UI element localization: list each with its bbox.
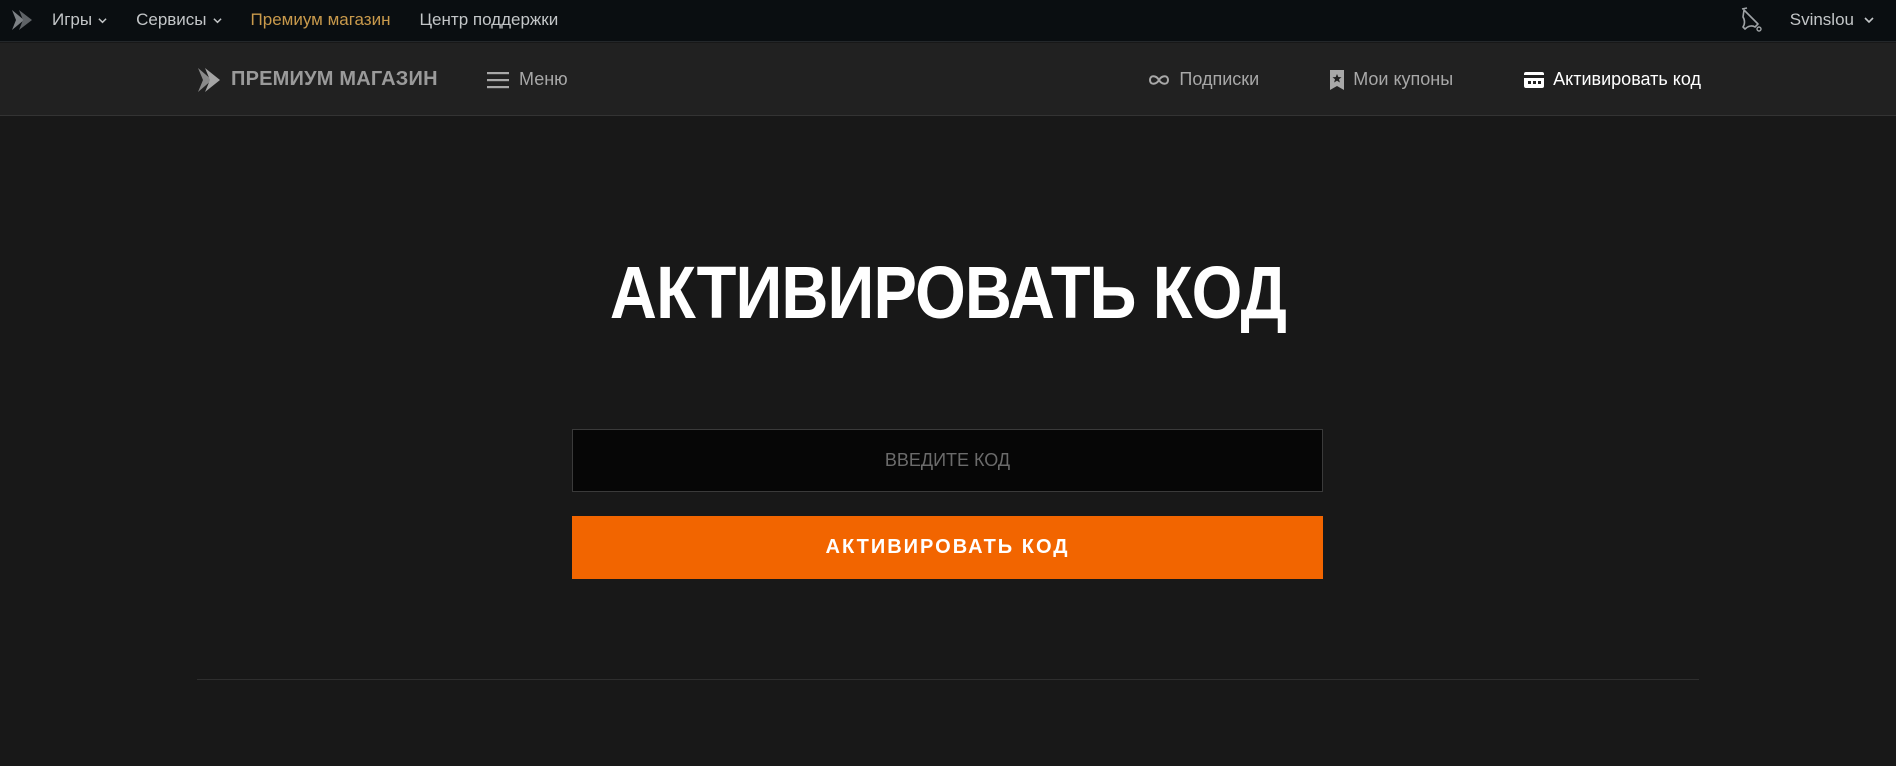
global-nav-support[interactable]: Центр поддержки — [419, 10, 558, 30]
global-nav-services-label: Сервисы — [136, 10, 207, 29]
page-title: АКТИВИРОВАТЬ КОД — [609, 251, 1287, 334]
shop-menu-button[interactable]: Меню — [487, 43, 568, 116]
chevron-down-icon — [212, 17, 222, 23]
shop-nav-subscriptions-label: Подписки — [1179, 69, 1260, 89]
global-nav-games-label: Игры — [52, 10, 93, 29]
shop-nav-activate-code[interactable]: Активировать код — [1523, 69, 1701, 90]
global-topbar-right: Svinslou — [1736, 0, 1896, 40]
hamburger-icon — [487, 71, 509, 88]
username: Svinslou — [1789, 10, 1854, 29]
coupon-icon — [1330, 69, 1345, 90]
shop-nav-activate-code-label: Активировать код — [1553, 69, 1701, 89]
shop-nav-subscriptions[interactable]: Подписки — [1147, 69, 1259, 90]
global-nav: Игры Сервисы Премиум магазин Центр подде… — [52, 0, 587, 40]
shop-nav-coupons[interactable]: Мои купоны — [1329, 69, 1453, 91]
user-menu[interactable]: Svinslou — [1790, 10, 1874, 30]
logo-icon[interactable] — [10, 8, 34, 32]
content-divider — [197, 679, 1699, 680]
shop-brand-label: ПРЕМИУМ МАГАЗИН — [231, 68, 438, 90]
activate-code-button[interactable]: АКТИВИРОВАТЬ КОД — [572, 516, 1323, 579]
shop-brand[interactable]: ПРЕМИУМ МАГАЗИН — [197, 43, 438, 116]
shop-menu-label: Меню — [519, 69, 568, 89]
infinity-icon — [1149, 74, 1170, 85]
chevron-down-icon — [98, 17, 107, 23]
shop-nav-coupons-label: Мои купоны — [1353, 69, 1454, 89]
global-nav-premium-shop[interactable]: Премиум магазин — [251, 10, 391, 30]
shop-logo-icon — [198, 67, 220, 92]
bell-icon[interactable] — [1736, 5, 1766, 35]
global-nav-support-label: Центр поддержки — [419, 10, 559, 29]
global-nav-premium-shop-label: Премиум магазин — [250, 10, 391, 29]
global-nav-games[interactable]: Игры — [52, 10, 107, 30]
chevron-down-icon — [1864, 17, 1874, 24]
global-nav-services[interactable]: Сервисы — [136, 10, 222, 30]
shop-nav: Подписки Мои купоны Активировать код — [1077, 43, 1701, 116]
global-topbar: Игры Сервисы Премиум магазин Центр подде… — [0, 0, 1896, 42]
code-input[interactable] — [572, 429, 1323, 492]
shop-header: ПРЕМИУМ МАГАЗИН Меню Подписки Мои купоны — [0, 43, 1896, 116]
code-card-icon — [1524, 71, 1545, 88]
